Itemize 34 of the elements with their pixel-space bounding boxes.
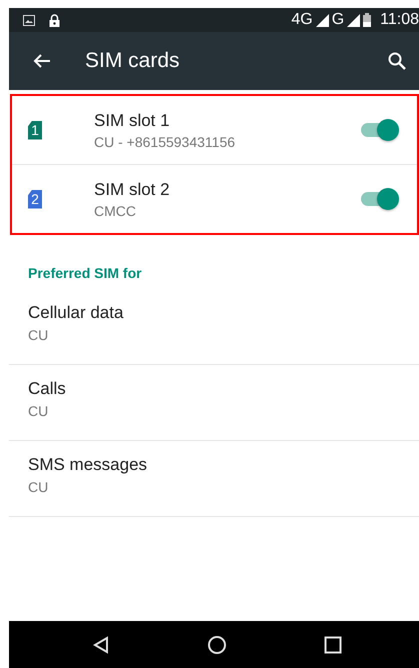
sim-slot-title: SIM slot 2 [94, 180, 171, 200]
sim-card-icon: 1 [28, 120, 42, 140]
lock-icon [49, 14, 60, 26]
toggle-switch[interactable] [359, 118, 399, 142]
clock: 11:08 [380, 11, 419, 29]
network-label: G [332, 11, 344, 29]
preference-title: SMS messages [28, 455, 148, 475]
battery-icon [363, 13, 372, 27]
screen-title: SIM cards [85, 49, 181, 73]
search-icon[interactable] [388, 52, 406, 70]
sim-card-icon: 2 [28, 190, 42, 208]
back-icon[interactable] [93, 636, 109, 654]
network-label: 4G [291, 11, 313, 29]
sim-slot-title: SIM slot 1 [94, 110, 171, 130]
preference-value: CU [28, 327, 50, 343]
back-arrow-icon[interactable] [33, 53, 51, 69]
image-icon [23, 14, 35, 26]
sim-slot-item[interactable]: 2 SIM slot 2 CMCC [12, 164, 417, 233]
preference-item[interactable]: Cellular data CU [9, 289, 419, 365]
preference-value: CU [28, 403, 50, 419]
preference-title: Calls [28, 379, 67, 399]
toggle-switch[interactable] [359, 187, 399, 211]
sim-slot-item[interactable]: 1 SIM slot 1 CU - +8615593431156 [12, 96, 417, 164]
sim-slot-subtitle: CU - +8615593431156 [94, 134, 236, 150]
preference-value: CU [28, 479, 50, 495]
section-header: Preferred SIM for [27, 264, 143, 283]
preference-title: Cellular data [28, 303, 124, 323]
sim-slot-subtitle: CMCC [94, 202, 137, 218]
signal-icon [316, 14, 329, 26]
home-icon[interactable] [207, 634, 227, 654]
preference-item[interactable]: SMS messages CU [9, 441, 419, 517]
recents-icon[interactable] [324, 636, 342, 654]
preference-item[interactable]: Calls CU [9, 365, 419, 441]
signal-icon [347, 14, 360, 26]
